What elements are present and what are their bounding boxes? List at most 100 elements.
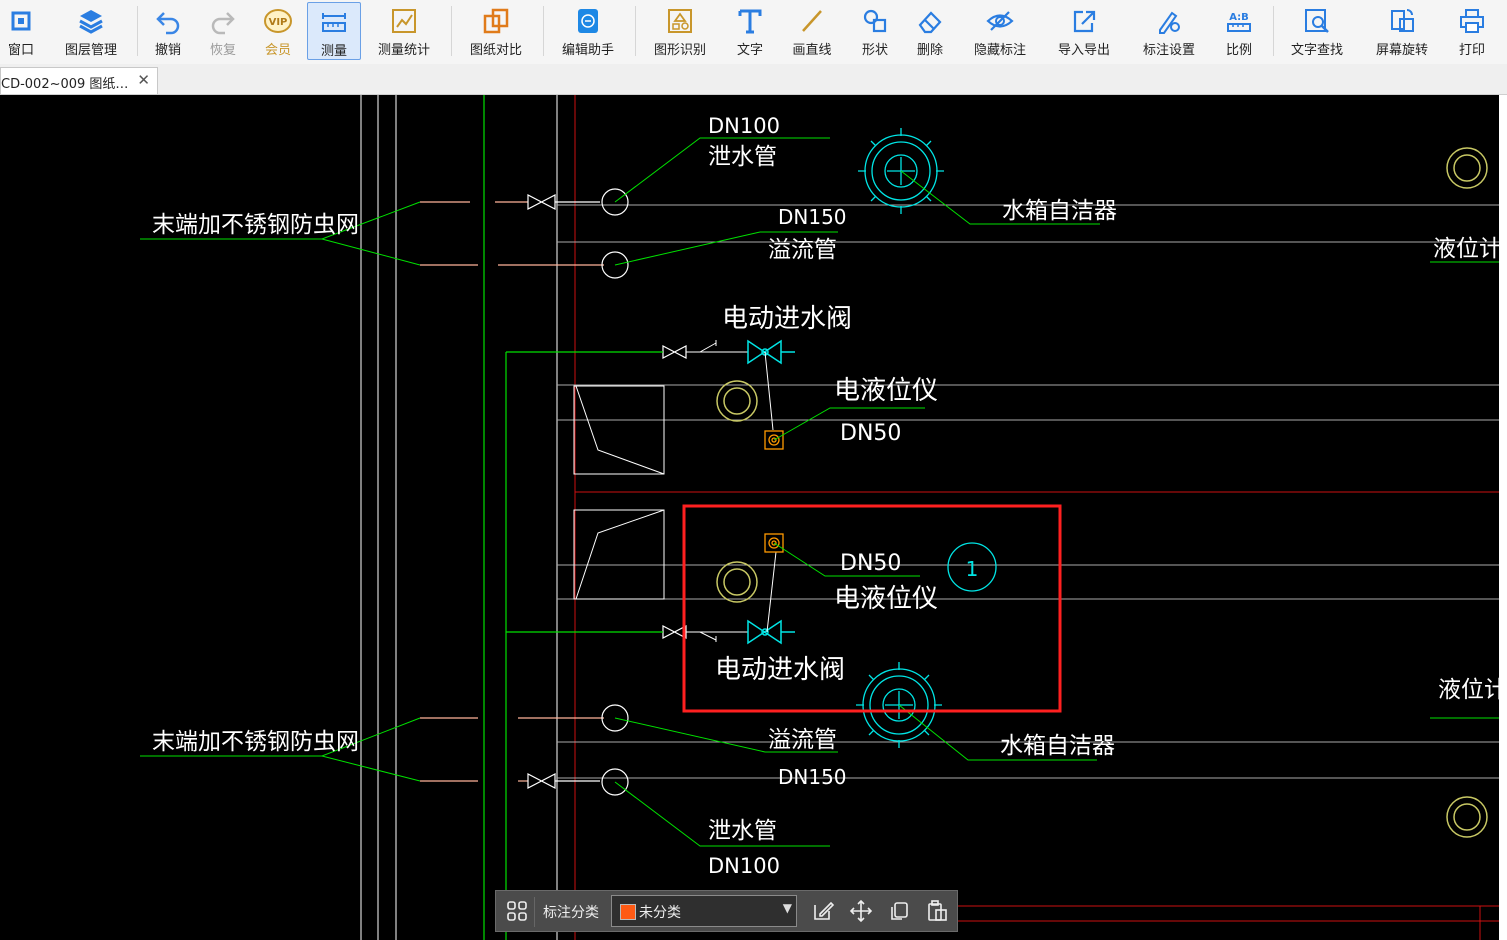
label-dn100-bottom: DN100 bbox=[708, 854, 780, 878]
toolbar-annotation-settings-button[interactable]: 标注设置 bbox=[1133, 2, 1205, 60]
label-dn50-top: DN50 bbox=[840, 421, 901, 446]
toolbar-text-search-label: 文字查找 bbox=[1290, 43, 1343, 58]
valve-signal-line-top bbox=[764, 351, 774, 431]
label-dn100-top: DN100 bbox=[708, 114, 780, 138]
scale-badge-text: A:B bbox=[1229, 12, 1249, 23]
toolbar-edit-assistant-label: 编辑助手 bbox=[561, 43, 614, 58]
category-selected-value: 未分类 bbox=[639, 905, 681, 921]
ruler-icon bbox=[322, 13, 346, 32]
toolbar-measure-label: 测量 bbox=[320, 44, 347, 59]
move-icon[interactable] bbox=[849, 899, 873, 923]
printer-icon bbox=[1460, 9, 1484, 33]
toolbar-shape-recognition-label: 图形识别 bbox=[653, 43, 706, 58]
toolbar-separator bbox=[451, 6, 452, 56]
label-mesh-bottom: 末端加不锈钢防虫网 bbox=[152, 729, 359, 755]
copy-icon[interactable] bbox=[887, 899, 911, 923]
label-cleaner-bottom: 水箱自洁器 bbox=[1000, 733, 1115, 759]
label-overflow-top: 溢流管 bbox=[768, 237, 837, 263]
toolbar-separator bbox=[137, 6, 138, 56]
toolbar-shape-recognition-button[interactable]: 图形识别 bbox=[644, 2, 716, 60]
annotation-settings-icon bbox=[1159, 11, 1180, 34]
toolbar-layers-button[interactable]: 图层管理 bbox=[55, 2, 127, 60]
tab-close-icon[interactable]: ✕ bbox=[137, 71, 150, 89]
toolbar-window-button[interactable]: 窗口 bbox=[0, 2, 42, 60]
compare-icon bbox=[483, 8, 509, 34]
main-toolbar: 窗口 图层管理 撤销 恢复 VIP 会员 测量 测量统计 图纸对比 编辑助手 图… bbox=[0, 0, 1507, 65]
cad-drawing: DN100 泄水管 水箱自洁器 末端加不锈钢防虫网 DN150 溢流管 液位计 … bbox=[140, 95, 1507, 940]
text-icon bbox=[738, 9, 762, 34]
toolbar-measure-stats-label: 测量统计 bbox=[377, 43, 430, 58]
toolbar-text-button[interactable]: 文字 bbox=[727, 2, 773, 60]
label-drain-bottom: 泄水管 bbox=[708, 818, 777, 844]
valve-signal-line-mid bbox=[766, 551, 777, 633]
shape-recognition-icon bbox=[668, 9, 692, 33]
import-export-icon bbox=[1073, 10, 1096, 33]
paste-icon[interactable] bbox=[925, 899, 949, 923]
toolbar-print-button[interactable]: 打印 bbox=[1449, 2, 1495, 60]
toolbar-measure-stats-button[interactable]: 测量统计 bbox=[368, 2, 440, 60]
label-dn150-top: DN150 bbox=[778, 205, 847, 229]
toolbar-undo-label: 撤销 bbox=[154, 43, 181, 58]
toolbar-print-label: 打印 bbox=[1458, 43, 1485, 58]
text-search-icon bbox=[1305, 9, 1329, 33]
toolbar-vip-button[interactable]: VIP 会员 bbox=[255, 2, 301, 60]
toolbar-redo-label: 恢复 bbox=[209, 43, 236, 58]
toolbar-text-search-button[interactable]: 文字查找 bbox=[1281, 2, 1353, 60]
toolbar-compare-button[interactable]: 图纸对比 bbox=[460, 2, 532, 60]
vip-badge-text: VIP bbox=[269, 17, 288, 28]
toolbar-shape-button[interactable]: 形状 bbox=[852, 2, 898, 60]
redo-icon bbox=[211, 12, 235, 35]
toolbar-separator bbox=[1273, 6, 1274, 56]
chevron-down-icon: ▼ bbox=[782, 901, 792, 915]
vertical-scrollbar[interactable] bbox=[1499, 95, 1507, 940]
label-level-meter-mid: 电液位仪 bbox=[834, 584, 938, 614]
toolbar-scale-label: 比例 bbox=[1225, 43, 1252, 58]
toolbar-edit-assistant-button[interactable]: 编辑助手 bbox=[552, 2, 624, 60]
toolbar-hide-annotations-button[interactable]: 隐藏标注 bbox=[964, 2, 1036, 60]
vip-icon: VIP bbox=[264, 9, 292, 33]
cad-drawing-canvas[interactable]: DN100 泄水管 水箱自洁器 末端加不锈钢防虫网 DN150 溢流管 液位计 … bbox=[0, 95, 1507, 940]
label-overflow-bottom: 溢流管 bbox=[768, 727, 837, 753]
edit-icon[interactable] bbox=[811, 899, 835, 923]
label-level-meter-top: 电液位仪 bbox=[834, 376, 938, 406]
annotation-category-label: 标注分类 bbox=[543, 905, 599, 921]
toolbar-undo-button[interactable]: 撤销 bbox=[145, 2, 191, 60]
eraser-icon bbox=[918, 11, 942, 34]
toolbar-separator bbox=[543, 6, 544, 56]
screen-rotate-icon bbox=[1391, 9, 1414, 32]
label-dn150-bottom: DN150 bbox=[778, 765, 847, 789]
toolbar-draw-line-button[interactable]: 画直线 bbox=[784, 2, 840, 60]
toolbar-measure-button[interactable]: 测量 bbox=[307, 2, 361, 60]
label-dn50-mid: DN50 bbox=[840, 551, 901, 576]
toolbar-screen-rotate-button[interactable]: 屏幕旋转 bbox=[1366, 2, 1438, 60]
toolbar-window-label: 窗口 bbox=[7, 43, 34, 58]
label-motor-valve-top: 电动进水阀 bbox=[722, 304, 852, 334]
cad-edit-icon bbox=[578, 9, 598, 33]
document-tab[interactable]: CD-002~009 图纸… ✕ bbox=[0, 67, 158, 94]
toolbar-screen-rotate-label: 屏幕旋转 bbox=[1375, 43, 1428, 58]
window-icon bbox=[11, 11, 31, 31]
toolbar-delete-button[interactable]: 删除 bbox=[907, 2, 953, 60]
category-color-swatch bbox=[620, 904, 636, 920]
toolbar-draw-line-label: 画直线 bbox=[792, 43, 832, 58]
toolbar-import-export-label: 导入导出 bbox=[1057, 43, 1110, 58]
document-tab-bar: CD-002~009 图纸… ✕ bbox=[0, 64, 1507, 95]
toolbar-compare-label: 图纸对比 bbox=[469, 43, 522, 58]
toolbar-separator bbox=[635, 6, 636, 56]
toolbar-redo-button[interactable]: 恢复 bbox=[200, 2, 246, 60]
vertical-frame-lines bbox=[360, 95, 558, 940]
toolbar-vip-label: 会员 bbox=[264, 43, 291, 58]
annotation-float-toolbar: 标注分类 未分类 ▼ bbox=[495, 890, 958, 932]
hide-eye-icon bbox=[986, 11, 1014, 31]
scale-icon: A:B bbox=[1227, 12, 1251, 32]
toolbar-delete-label: 删除 bbox=[916, 43, 943, 58]
label-motor-valve-mid: 电动进水阀 bbox=[715, 655, 845, 685]
annotation-category-select[interactable]: 未分类 ▼ bbox=[611, 895, 797, 927]
marker-number: 1 bbox=[966, 557, 979, 581]
toolbar-scale-button[interactable]: A:B 比例 bbox=[1216, 2, 1262, 60]
toolbar-layers-label: 图层管理 bbox=[64, 43, 117, 58]
toolbar-import-export-button[interactable]: 导入导出 bbox=[1048, 2, 1120, 60]
label-level-gauge-top: 液位计 bbox=[1433, 236, 1502, 262]
grid-icon[interactable] bbox=[505, 899, 529, 923]
label-drain-top: 泄水管 bbox=[708, 144, 777, 170]
